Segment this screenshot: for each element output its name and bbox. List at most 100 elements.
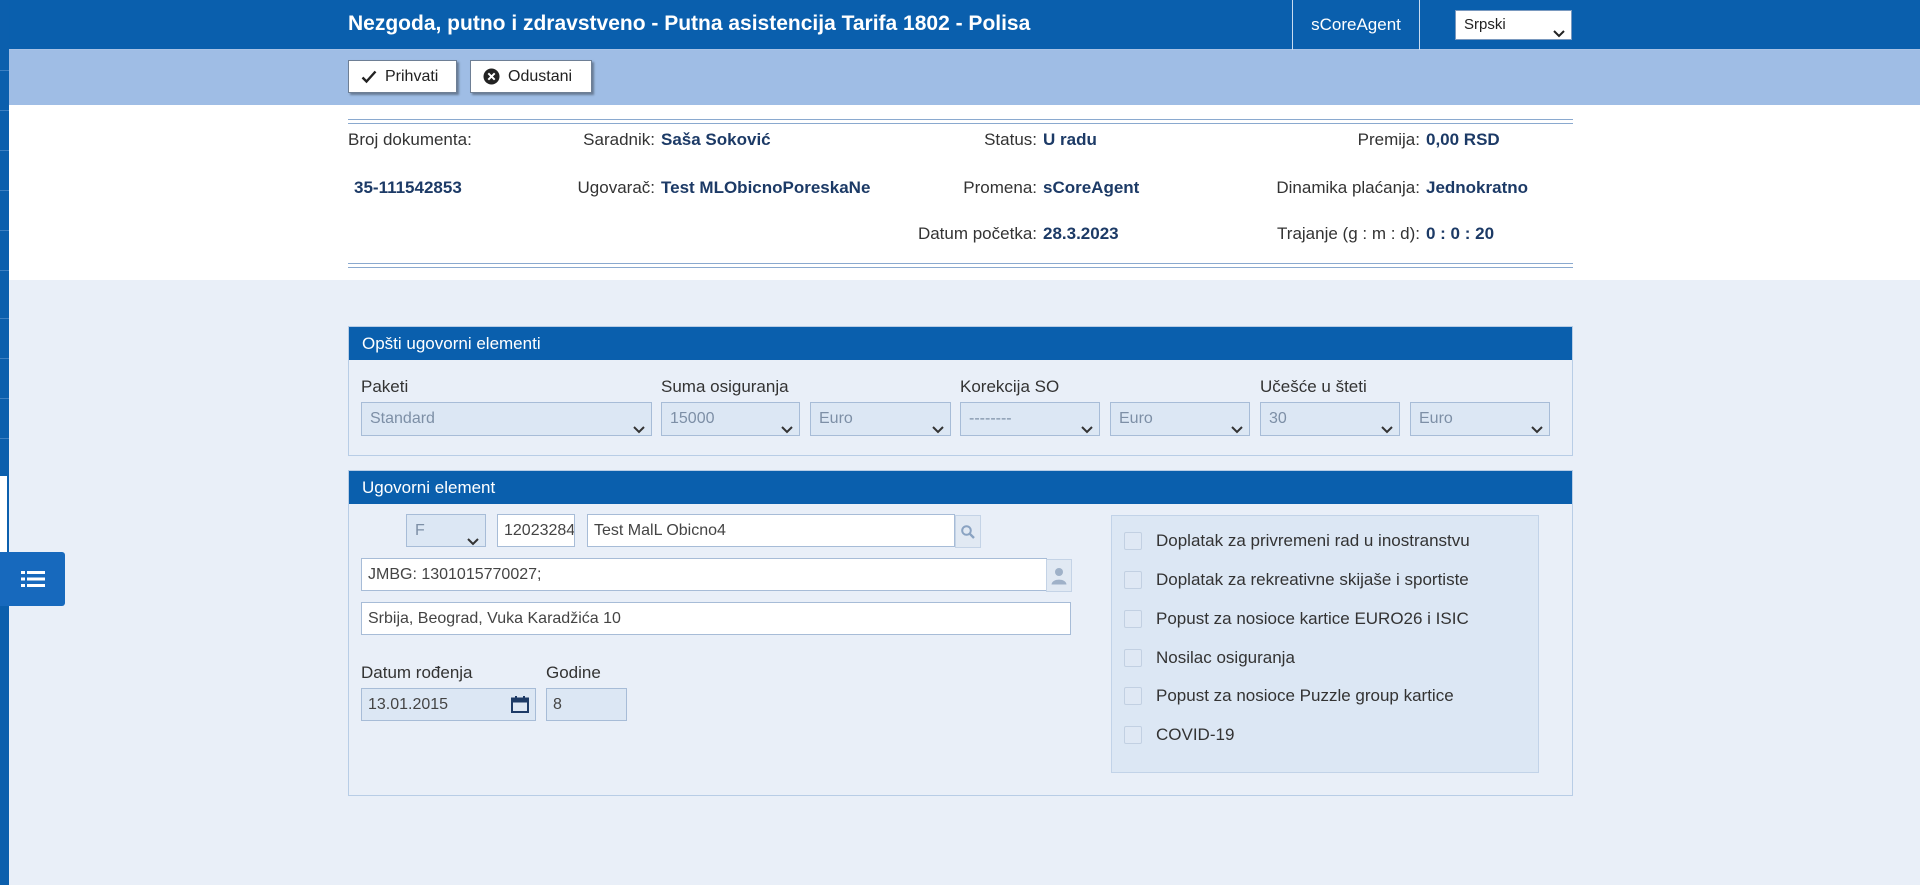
participation-label: Učešće u šteti: [1260, 377, 1367, 396]
sidebar-active-marker: [0, 476, 7, 552]
start-date-label: Datum početka:: [917, 224, 1037, 243]
divider-line: [0, 70, 9, 71]
checkbox[interactable]: [1124, 649, 1142, 667]
user-icon: [1051, 567, 1067, 584]
divider-line: [0, 190, 9, 191]
sum-label: Suma osiguranja: [661, 377, 789, 396]
panel-title: Ugovorni element: [349, 471, 1572, 504]
jmbg-input[interactable]: JMBG: 1301015770027;: [361, 558, 1047, 591]
option-label: Doplatak za privremeni rad u inostranstv…: [1156, 531, 1470, 550]
divider-line: [0, 358, 9, 359]
option-label: Doplatak za rekreativne skijaše i sporti…: [1156, 570, 1469, 589]
option-checkbox[interactable]: Doplatak za privremeni rad u inostranstv…: [1124, 531, 1470, 551]
chevron-down-icon: [1231, 414, 1243, 446]
doc-number-label: Broj dokumenta:: [348, 130, 472, 149]
search-button[interactable]: [955, 515, 981, 548]
document-info: Broj dokumenta: 35-111542853 Saradnik: S…: [0, 105, 1920, 280]
participation-select[interactable]: 30: [1260, 402, 1400, 436]
correction-value: --------: [969, 410, 1012, 427]
age-input: 8: [546, 688, 627, 721]
divider-line: [0, 150, 9, 151]
divider-line: [0, 438, 9, 439]
page-title: Nezgoda, putno i zdravstveno - Putna asi…: [348, 12, 1031, 35]
address-input[interactable]: Srbija, Beograd, Vuka Karadžića 10: [361, 602, 1071, 635]
person-button[interactable]: [1046, 559, 1072, 592]
accept-button[interactable]: Prihvati: [348, 60, 457, 93]
option-checkbox[interactable]: Nosilac osiguranja: [1124, 648, 1295, 668]
chevron-down-icon: [1081, 414, 1093, 446]
packages-select[interactable]: Standard: [361, 402, 652, 436]
divider-line: [0, 270, 9, 271]
chevron-down-icon: [781, 414, 793, 446]
correction-select[interactable]: --------: [960, 402, 1100, 436]
premium-value: 0,00 RSD: [1426, 130, 1500, 149]
duration-value: 0 : 0 : 20: [1426, 224, 1495, 243]
participation-currency-value: Euro: [1419, 410, 1453, 427]
age-label: Godine: [546, 663, 601, 682]
sum-select[interactable]: 15000: [661, 402, 800, 436]
toolbar: Prihvati Odustani: [0, 50, 1920, 105]
sidebar-strip: [0, 0, 9, 885]
checkbox[interactable]: [1124, 532, 1142, 550]
sum-value: 15000: [670, 410, 715, 427]
option-label: Nosilac osiguranja: [1156, 648, 1295, 667]
status-label: Status:: [984, 130, 1037, 149]
birth-date-label: Datum rođenja: [361, 663, 473, 682]
packages-value: Standard: [370, 410, 435, 427]
divider-line: [0, 318, 9, 319]
sum-currency-value: Euro: [819, 410, 853, 427]
birth-date-input[interactable]: 13.01.2015: [361, 688, 536, 721]
panel-title: Opšti ugovorni elementi: [349, 327, 1572, 360]
divider-line: [348, 119, 1573, 120]
check-icon: [361, 70, 377, 84]
change-label: Promena:: [963, 178, 1037, 197]
divider-line: [348, 267, 1573, 268]
option-label: Popust za nosioce kartice EURO26 i ISIC: [1156, 609, 1469, 628]
chevron-down-icon: [932, 414, 944, 446]
language-select[interactable]: Srpski: [1455, 10, 1572, 40]
participation-currency-select[interactable]: Euro: [1410, 402, 1550, 436]
birth-date-value: 13.01.2015: [368, 696, 449, 713]
person-type-value: F: [415, 522, 425, 539]
chevron-down-icon: [1381, 414, 1393, 446]
divider-line: [0, 230, 9, 231]
option-label: COVID-19: [1156, 725, 1235, 744]
change-value: sCoreAgent: [1043, 178, 1140, 197]
divider-line: [348, 123, 1573, 124]
cancel-button-label: Odustani: [508, 67, 573, 85]
duration-label: Trajanje (g : m : d):: [1277, 224, 1420, 243]
option-checkbox[interactable]: COVID-19: [1124, 725, 1234, 745]
packages-label: Paketi: [361, 377, 409, 396]
checkbox[interactable]: [1124, 610, 1142, 628]
checkbox[interactable]: [1124, 726, 1142, 744]
checkbox[interactable]: [1124, 571, 1142, 589]
chevron-down-icon: [1531, 414, 1543, 446]
start-date-value: 28.3.2023: [1043, 224, 1119, 243]
correction-currency-value: Euro: [1119, 410, 1153, 427]
associate-label: Saradnik:: [583, 130, 655, 149]
status-value: U radu: [1043, 130, 1097, 149]
participation-value: 30: [1269, 410, 1287, 427]
sum-currency-select[interactable]: Euro: [810, 402, 951, 436]
user-menu[interactable]: sCoreAgent: [1292, 0, 1420, 50]
option-checkbox[interactable]: Popust za nosioce kartice EURO26 i ISIC: [1124, 609, 1469, 629]
id-code-input[interactable]: 12023284: [497, 514, 575, 547]
accept-button-label: Prihvati: [385, 67, 439, 85]
person-type-select[interactable]: F: [406, 514, 486, 547]
premium-label: Premija:: [1357, 130, 1420, 149]
chevron-down-icon: [633, 414, 645, 446]
option-label: Popust za nosioce Puzzle group kartice: [1156, 686, 1454, 705]
menu-toggle-button[interactable]: [0, 552, 65, 606]
cancel-button[interactable]: Odustani: [470, 60, 592, 93]
calendar-icon[interactable]: [511, 696, 529, 718]
contract-element-panel: Ugovorni element F 12023284 Test MalL Ob…: [348, 470, 1573, 796]
checkbox[interactable]: [1124, 687, 1142, 705]
list-icon: [20, 571, 45, 587]
search-icon: [961, 524, 975, 539]
option-checkbox[interactable]: Doplatak za rekreativne skijaše i sporti…: [1124, 570, 1469, 590]
correction-currency-select[interactable]: Euro: [1110, 402, 1250, 436]
contractor-value: Test MLObicnoPoreskaNe: [661, 178, 871, 197]
divider-line: [0, 110, 9, 111]
name-input[interactable]: Test MalL Obicno4: [587, 514, 955, 547]
option-checkbox[interactable]: Popust za nosioce Puzzle group kartice: [1124, 686, 1454, 706]
